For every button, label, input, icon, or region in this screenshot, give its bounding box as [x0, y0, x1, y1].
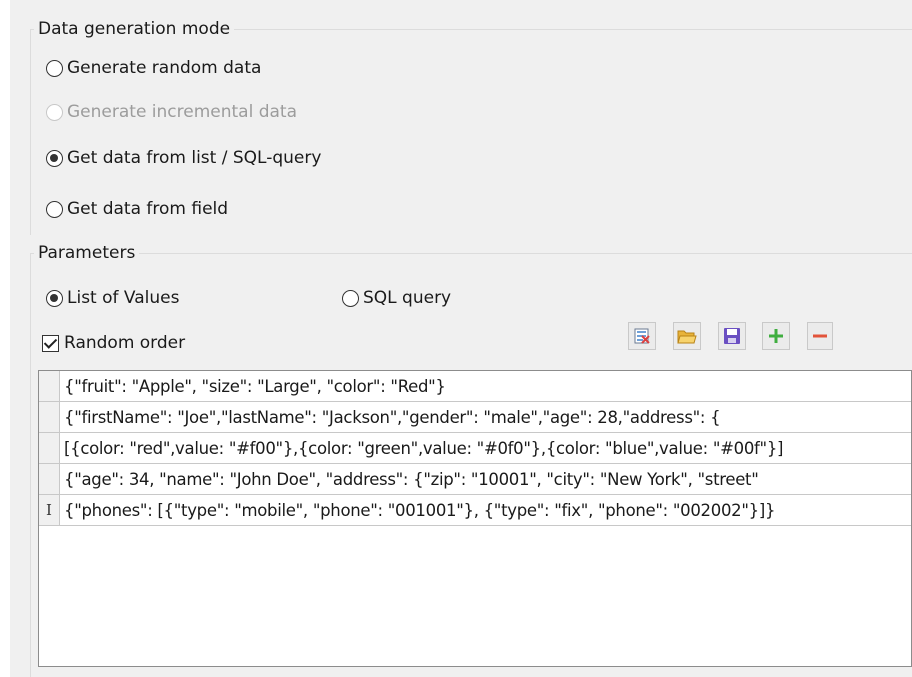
params-group-border-top — [30, 253, 912, 254]
radio-generate-incremental: Generate incremental data — [46, 100, 297, 124]
mode-group-border-left — [30, 29, 31, 235]
radio-label: SQL query — [363, 288, 452, 308]
list-item[interactable]: {"fruit": "Apple", "size": "Large", "col… — [39, 371, 911, 402]
open-file-button[interactable] — [673, 322, 701, 350]
clear-list-icon — [634, 328, 650, 344]
list-item-text[interactable]: [{color: "red",value: "#f00"},{color: "g… — [60, 439, 783, 458]
radio-label: List of Values — [67, 288, 180, 308]
list-item[interactable]: {"firstName": "Joe","lastName": "Jackson… — [39, 402, 911, 433]
radio-indicator[interactable] — [46, 59, 63, 77]
add-plus-icon — [769, 329, 783, 343]
mode-group-title: Data generation mode — [34, 18, 235, 40]
current-row-marker[interactable]: I — [39, 495, 60, 525]
radio-label: Generate incremental data — [67, 102, 298, 122]
list-item-text[interactable]: {"fruit": "Apple", "size": "Large", "col… — [60, 377, 446, 396]
params-group-border-left — [30, 253, 31, 677]
radio-get-from-field[interactable]: Get data from field — [46, 197, 228, 221]
row-handle[interactable] — [39, 433, 60, 463]
row-handle[interactable] — [39, 464, 60, 494]
checkbox-indicator[interactable] — [42, 334, 59, 352]
radio-list-of-values[interactable]: List of Values — [46, 286, 179, 310]
radio-label: Generate random data — [67, 58, 262, 78]
radio-sql-query[interactable]: SQL query — [342, 286, 451, 310]
radio-indicator[interactable] — [46, 200, 63, 218]
radio-indicator[interactable] — [46, 289, 63, 307]
radio-indicator — [46, 103, 63, 121]
clear-list-button[interactable] — [628, 322, 656, 350]
remove-minus-icon — [813, 334, 827, 338]
remove-value-button[interactable] — [807, 322, 833, 350]
radio-label: Get data from list / SQL-query — [67, 148, 322, 168]
add-value-button[interactable] — [762, 322, 790, 350]
open-folder-icon — [677, 330, 697, 344]
values-list-grid[interactable]: {"fruit": "Apple", "size": "Large", "col… — [38, 370, 912, 667]
list-item[interactable]: [{color: "red",value: "#f00"},{color: "g… — [39, 433, 911, 464]
row-handle[interactable] — [39, 371, 60, 401]
list-item-text[interactable]: {"age": 34, "name": "John Doe", "address… — [60, 470, 759, 489]
list-item-text[interactable]: {"phones": [{"type": "mobile", "phone": … — [60, 501, 775, 520]
row-handle[interactable] — [39, 402, 60, 432]
radio-indicator[interactable] — [342, 289, 359, 307]
list-item-current[interactable]: I {"phones": [{"type": "mobile", "phone"… — [39, 495, 911, 526]
radio-get-from-list-sql[interactable]: Get data from list / SQL-query — [46, 146, 321, 170]
radio-indicator[interactable] — [46, 149, 63, 167]
list-item[interactable]: {"age": 34, "name": "John Doe", "address… — [39, 464, 911, 495]
random-order-checkbox[interactable]: Random order — [42, 331, 185, 355]
radio-generate-random[interactable]: Generate random data — [46, 56, 261, 80]
radio-label: Get data from field — [67, 199, 229, 219]
list-item-text[interactable]: {"firstName": "Joe","lastName": "Jackson… — [60, 408, 720, 427]
save-disk-icon — [724, 328, 740, 344]
params-group-title: Parameters — [34, 242, 140, 264]
save-button[interactable] — [718, 322, 746, 350]
checkbox-label: Random order — [64, 333, 186, 353]
